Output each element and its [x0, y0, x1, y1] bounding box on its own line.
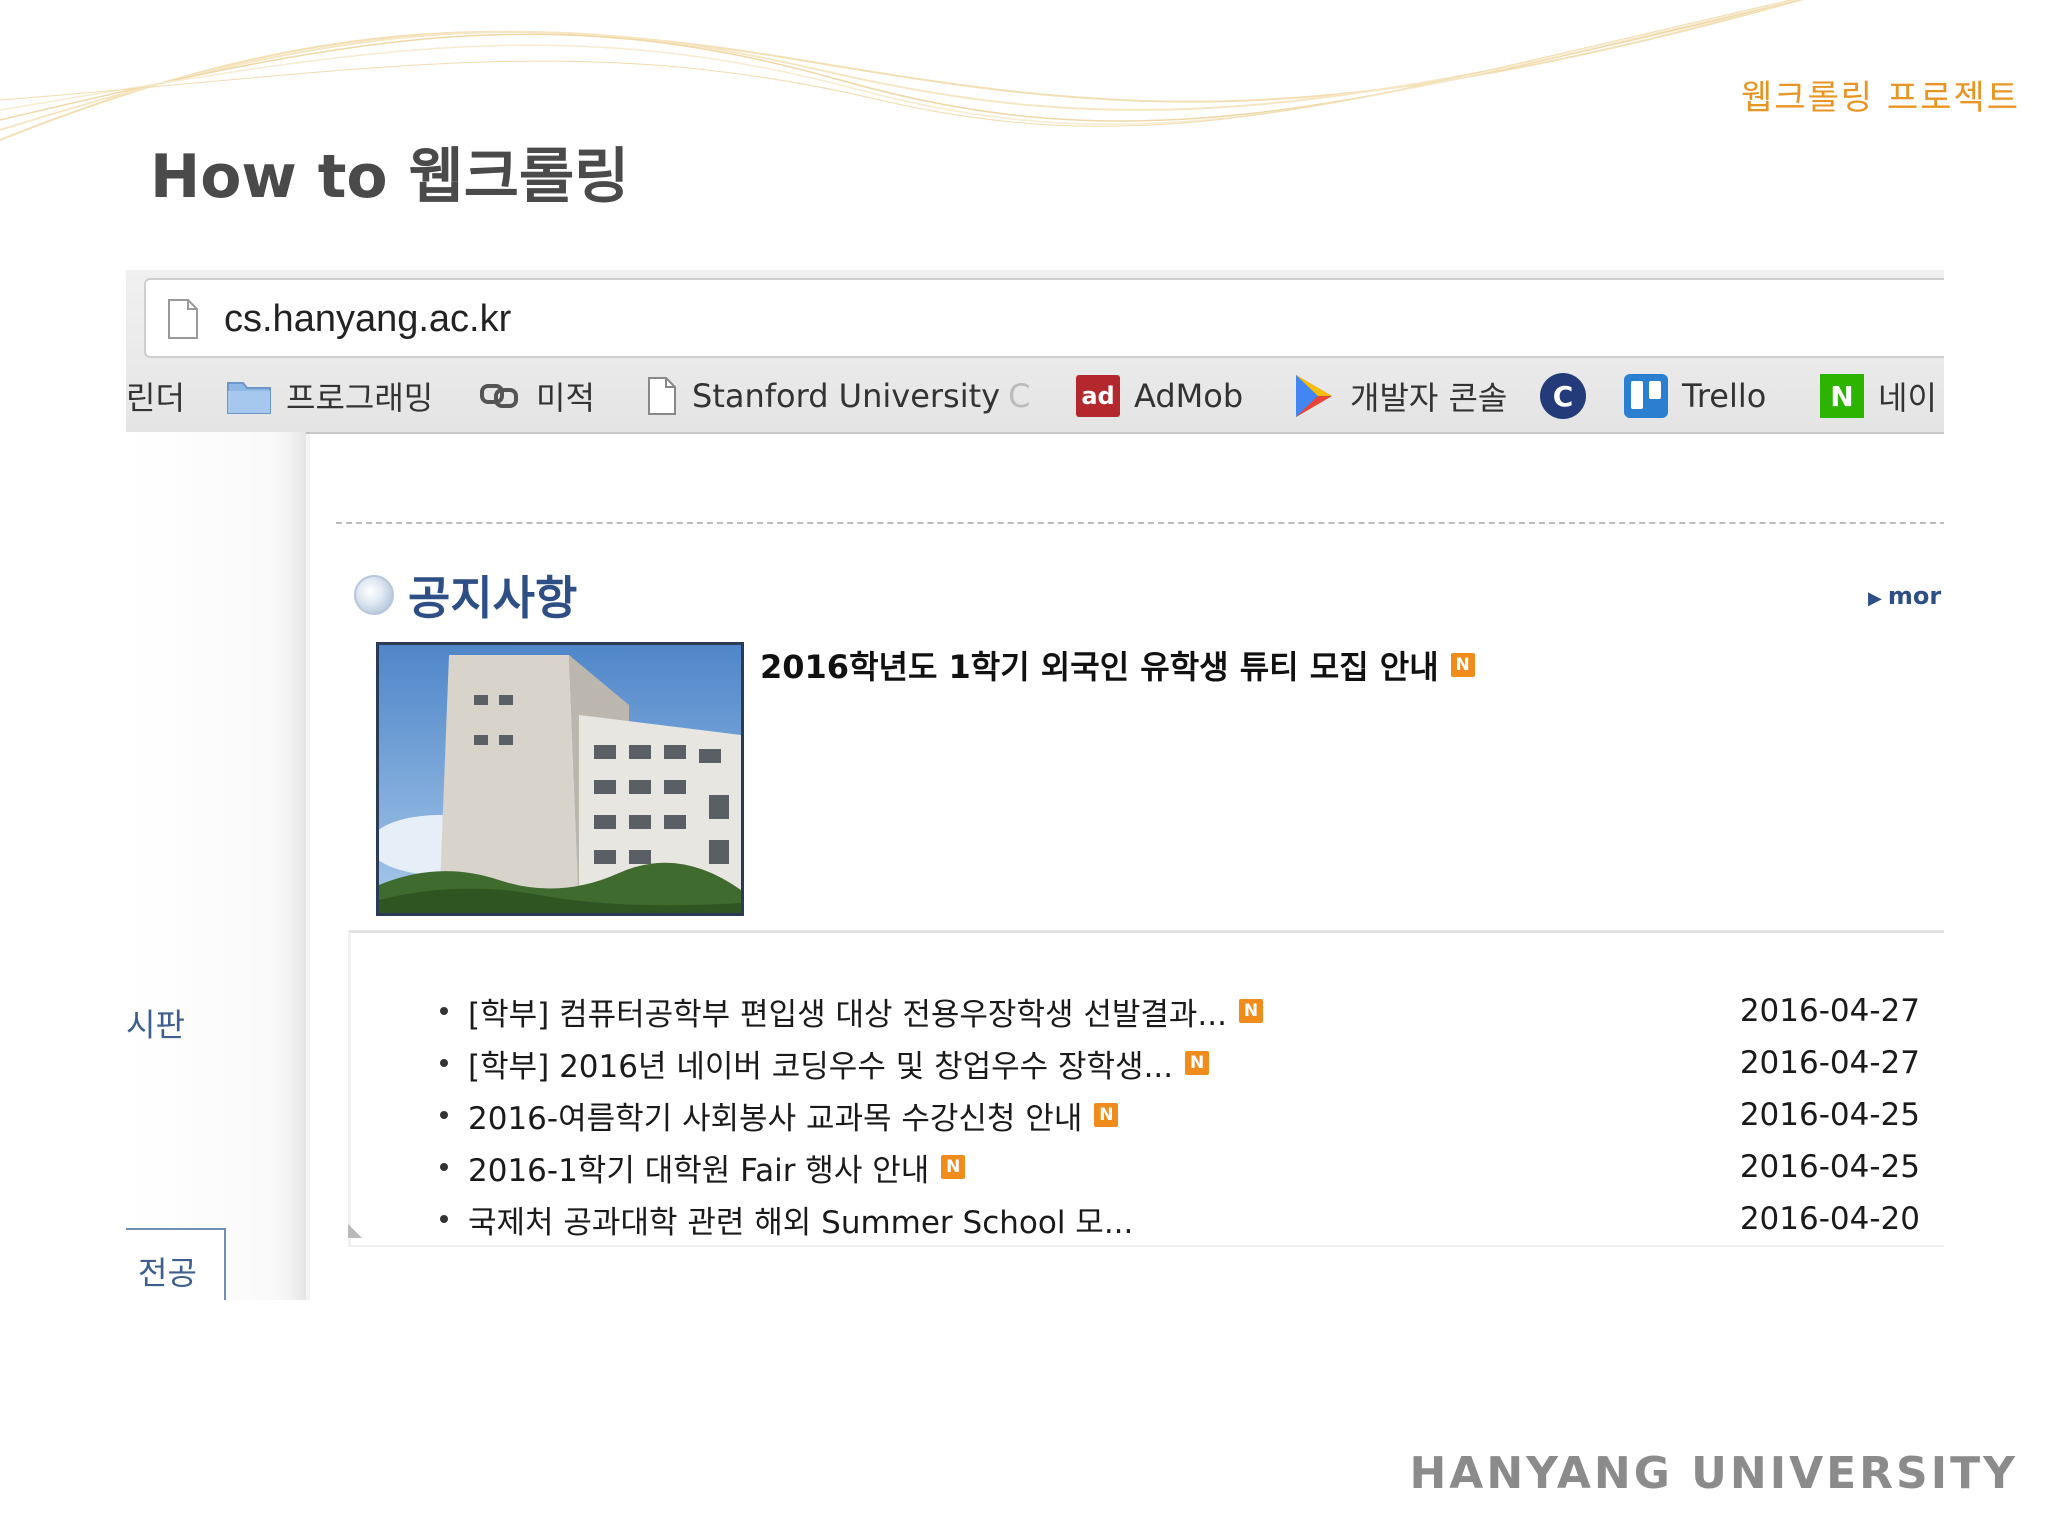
arrow-right-icon: ▶	[1868, 588, 1882, 609]
address-bar[interactable]: cs.hanyang.ac.kr	[144, 278, 1944, 358]
notice-item-date: 2016-04-27	[1739, 1045, 1920, 1081]
list-bullet	[440, 1163, 448, 1171]
left-side-panel	[126, 432, 306, 1300]
notice-item-date: 2016-04-20	[1739, 1201, 1920, 1237]
c-logo-icon: C	[1540, 373, 1586, 419]
bookmark-label: 프로그래밍	[286, 379, 434, 417]
new-badge-icon: N	[1094, 1103, 1119, 1127]
bullet-circle-icon	[354, 575, 394, 615]
naver-icon-text: N	[1830, 379, 1854, 413]
notice-list-item[interactable]: [학부] 컴퓨터공학부 편입생 대상 전용우장학생 선발결과... N 2016-…	[440, 986, 1920, 1036]
bookmark-label: AdMob	[1134, 377, 1244, 415]
bookmark-label-truncated: C	[1008, 377, 1031, 415]
admob-icon: ad	[1076, 375, 1120, 417]
notice-item-title: [학부] 2016년 네이버 코딩우수 및 창업우수 장학생...	[468, 1048, 1174, 1085]
deck-title: 웹크롤링 프로젝트	[1740, 78, 2020, 118]
bookmark-c-logo[interactable]: C	[1540, 366, 1600, 426]
more-label: mor	[1887, 582, 1942, 610]
list-bullet	[440, 1059, 448, 1067]
bookmark-naver[interactable]: N 네이	[1820, 366, 1937, 426]
side-panel-shadow	[286, 432, 310, 1300]
featured-notice-title[interactable]: 2016학년도 1학기 외국인 유학생 튜티 모집 안내 N	[760, 642, 1475, 688]
footer-brand: HANYANG UNIVERSITY	[1409, 1448, 2018, 1499]
browser-chrome: cs.hanyang.ac.kr 린더 프로그래밍 미적 Stanford Un…	[126, 270, 1944, 434]
page-icon	[166, 298, 200, 344]
admob-icon-text: ad	[1081, 382, 1115, 410]
play-icon	[1292, 373, 1336, 419]
building-photo	[379, 645, 741, 913]
notice-item-date: 2016-04-25	[1739, 1149, 1920, 1185]
url-text[interactable]: cs.hanyang.ac.kr	[224, 298, 511, 341]
notice-item-title: 국제처 공과대학 관련 해외 Summer School 모...	[468, 1204, 1134, 1241]
dashed-divider	[336, 522, 1944, 524]
notice-item-title: 2016-여름학기 사회봉사 교과목 수강신청 안내	[468, 1100, 1083, 1137]
list-bullet	[440, 1215, 448, 1223]
notice-item-title: [학부] 컴퓨터공학부 편입생 대상 전용우장학생 선발결과...	[468, 996, 1227, 1033]
notice-item-title: 2016-1학기 대학원 Fair 행사 안내	[468, 1152, 930, 1189]
featured-notice-text: 2016학년도 1학기 외국인 유학생 튜티 모집 안내	[760, 648, 1439, 686]
bookmark-label: 네이	[1878, 379, 1937, 417]
bookmark-trello[interactable]: Trello	[1624, 366, 1766, 426]
notice-thumbnail-image[interactable]	[376, 642, 744, 916]
bookmark-label: 개발자 콘솔	[1350, 379, 1508, 417]
slide-title: How to 웹크롤링	[150, 142, 630, 212]
notice-heading: 공지사항	[354, 562, 577, 628]
browser-screenshot: cs.hanyang.ac.kr 린더 프로그래밍 미적 Stanford Un…	[126, 270, 1944, 1300]
bookmark-label: 린더	[126, 379, 185, 417]
bookmark-label: Trello	[1682, 377, 1767, 415]
notice-list-item[interactable]: 2016-1학기 대학원 Fair 행사 안내 N 2016-04-25	[440, 1142, 1920, 1192]
naver-icon: N	[1820, 374, 1864, 418]
page-icon	[646, 376, 678, 416]
notice-list-item[interactable]: [학부] 2016년 네이버 코딩우수 및 창업우수 장학생... N 2016-…	[440, 1038, 1920, 1088]
new-badge-icon: N	[1450, 653, 1475, 677]
link-icon	[478, 378, 522, 414]
trello-icon	[1624, 374, 1668, 418]
new-badge-icon: N	[1238, 999, 1263, 1023]
notice-list-item[interactable]: 2016-여름학기 사회봉사 교과목 수강신청 안내 N 2016-04-25	[440, 1090, 1920, 1140]
bookmarks-bar: 린더 프로그래밍 미적 Stanford University C ad AdM…	[126, 366, 1944, 426]
bookmark-stanford[interactable]: Stanford University C	[646, 366, 1030, 426]
bookmark-label: 미적	[536, 379, 595, 417]
folder-icon	[226, 377, 272, 415]
bookmark-calculus[interactable]: 미적	[478, 366, 595, 426]
c-logo-text: C	[1552, 379, 1574, 413]
more-link[interactable]: ▶ mor	[1868, 582, 1941, 610]
bookmark-dev-console[interactable]: 개발자 콘솔	[1292, 366, 1507, 426]
bookmark-folder-programming[interactable]: 프로그래밍	[226, 366, 433, 426]
side-tab-label: 전공	[138, 1254, 197, 1292]
notice-item-date: 2016-04-27	[1739, 993, 1920, 1029]
list-corner-decoration	[348, 1224, 362, 1238]
bookmark-item[interactable]: 린더	[126, 366, 185, 426]
side-tab-major[interactable]: 전공	[126, 1228, 226, 1300]
new-badge-icon: N	[941, 1155, 966, 1179]
list-bullet	[440, 1007, 448, 1015]
side-menu-board[interactable]: 시판	[126, 1000, 185, 1046]
new-badge-icon: N	[1185, 1051, 1210, 1075]
notice-list-item[interactable]: 국제처 공과대학 관련 해외 Summer School 모... 2016-0…	[440, 1194, 1920, 1244]
list-bullet	[440, 1111, 448, 1119]
bookmark-label: Stanford University	[692, 377, 1001, 415]
bookmark-admob[interactable]: ad AdMob	[1076, 366, 1243, 426]
notice-item-date: 2016-04-25	[1739, 1097, 1920, 1133]
notice-heading-text: 공지사항	[408, 571, 578, 625]
